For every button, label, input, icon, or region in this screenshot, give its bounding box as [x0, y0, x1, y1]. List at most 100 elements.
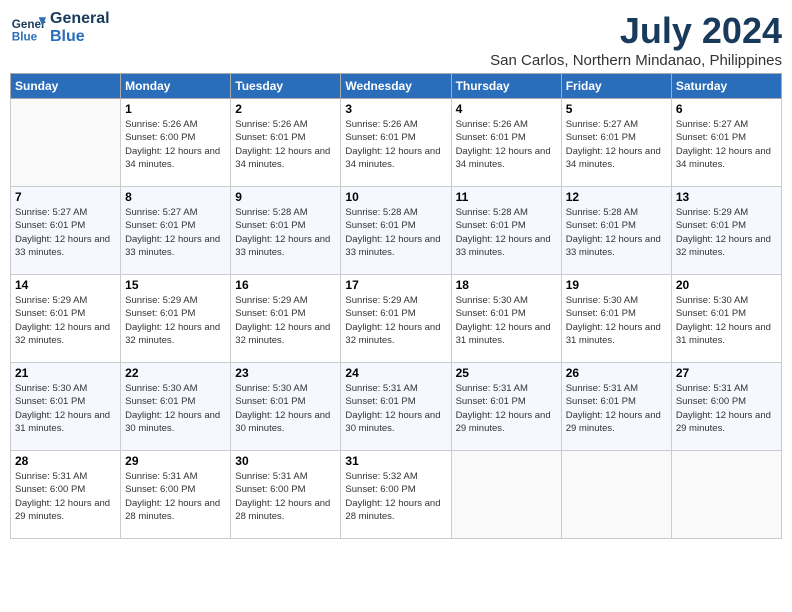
header-wednesday: Wednesday [341, 74, 451, 99]
day-cell: 24 Sunrise: 5:31 AMSunset: 6:01 PMDayligh… [341, 363, 451, 451]
day-info: Sunrise: 5:31 AMSunset: 6:01 PMDaylight:… [345, 382, 446, 435]
day-cell: 8 Sunrise: 5:27 AMSunset: 6:01 PMDaylight… [121, 187, 231, 275]
day-info: Sunrise: 5:30 AMSunset: 6:01 PMDaylight:… [15, 382, 116, 435]
day-info: Sunrise: 5:28 AMSunset: 6:01 PMDaylight:… [456, 206, 557, 259]
day-cell: 23 Sunrise: 5:30 AMSunset: 6:01 PMDayligh… [231, 363, 341, 451]
header-friday: Friday [561, 74, 671, 99]
week-row-5: 28 Sunrise: 5:31 AMSunset: 6:00 PMDayligh… [11, 451, 782, 539]
day-number: 15 [125, 278, 226, 292]
day-cell: 14Sunrise: 5:29 AMSunset: 6:01 PMDayligh… [11, 275, 121, 363]
day-cell: 3 Sunrise: 5:26 AMSunset: 6:01 PMDaylight… [341, 99, 451, 187]
day-number: 13 [676, 190, 777, 204]
day-number: 9 [235, 190, 336, 204]
day-number: 17 [345, 278, 446, 292]
day-cell [451, 451, 561, 539]
day-info: Sunrise: 5:28 AMSunset: 6:01 PMDaylight:… [235, 206, 336, 259]
day-info: Sunrise: 5:26 AMSunset: 6:01 PMDaylight:… [345, 118, 446, 171]
day-info: Sunrise: 5:31 AMSunset: 6:01 PMDaylight:… [456, 382, 557, 435]
day-cell: 1 Sunrise: 5:26 AMSunset: 6:00 PMDaylight… [121, 99, 231, 187]
month-title: July 2024 [490, 10, 782, 52]
day-info: Sunrise: 5:30 AMSunset: 6:01 PMDaylight:… [125, 382, 226, 435]
day-number: 22 [125, 366, 226, 380]
day-cell: 30Sunrise: 5:31 AMSunset: 6:00 PMDayligh… [231, 451, 341, 539]
day-info: Sunrise: 5:30 AMSunset: 6:01 PMDaylight:… [676, 294, 777, 347]
day-number: 2 [235, 102, 336, 116]
day-cell: 31Sunrise: 5:32 AMSunset: 6:00 PMDayligh… [341, 451, 451, 539]
day-info: Sunrise: 5:29 AMSunset: 6:01 PMDaylight:… [676, 206, 777, 259]
day-cell: 13 Sunrise: 5:29 AMSunset: 6:01 PMDayligh… [671, 187, 781, 275]
day-info: Sunrise: 5:30 AMSunset: 6:01 PMDaylight:… [456, 294, 557, 347]
day-number: 12 [566, 190, 667, 204]
day-number: 8 [125, 190, 226, 204]
header-sunday: Sunday [11, 74, 121, 99]
logo: General Blue General Blue [10, 10, 110, 46]
day-cell: 11 Sunrise: 5:28 AMSunset: 6:01 PMDayligh… [451, 187, 561, 275]
day-info: Sunrise: 5:27 AMSunset: 6:01 PMDaylight:… [566, 118, 667, 171]
day-cell: 9 Sunrise: 5:28 AMSunset: 6:01 PMDaylight… [231, 187, 341, 275]
day-number: 21 [15, 366, 116, 380]
day-cell: 27 Sunrise: 5:31 AMSunset: 6:00 PMDayligh… [671, 363, 781, 451]
day-number: 23 [235, 366, 336, 380]
day-cell: 21 Sunrise: 5:30 AMSunset: 6:01 PMDayligh… [11, 363, 121, 451]
day-number: 29 [125, 454, 226, 468]
day-info: Sunrise: 5:31 AMSunset: 6:00 PMDaylight:… [125, 470, 226, 523]
day-cell: 25 Sunrise: 5:31 AMSunset: 6:01 PMDayligh… [451, 363, 561, 451]
day-number: 10 [345, 190, 446, 204]
day-info: Sunrise: 5:26 AMSunset: 6:00 PMDaylight:… [125, 118, 226, 171]
day-info: Sunrise: 5:31 AMSunset: 6:00 PMDaylight:… [235, 470, 336, 523]
day-info: Sunrise: 5:26 AMSunset: 6:01 PMDaylight:… [235, 118, 336, 171]
day-info: Sunrise: 5:29 AMSunset: 6:01 PMDaylight:… [15, 294, 116, 347]
header-thursday: Thursday [451, 74, 561, 99]
day-cell: 22 Sunrise: 5:30 AMSunset: 6:01 PMDayligh… [121, 363, 231, 451]
day-number: 20 [676, 278, 777, 292]
day-number: 25 [456, 366, 557, 380]
logo-text-general: General [50, 10, 110, 28]
logo-icon: General Blue [10, 10, 46, 46]
title-area: July 2024 San Carlos, Northern Mindanao,… [490, 10, 782, 69]
day-number: 6 [676, 102, 777, 116]
day-cell: 18 Sunrise: 5:30 AMSunset: 6:01 PMDayligh… [451, 275, 561, 363]
calendar-header-row: SundayMondayTuesdayWednesdayThursdayFrid… [11, 74, 782, 99]
day-info: Sunrise: 5:31 AMSunset: 6:00 PMDaylight:… [15, 470, 116, 523]
week-row-1: 1 Sunrise: 5:26 AMSunset: 6:00 PMDaylight… [11, 99, 782, 187]
day-info: Sunrise: 5:30 AMSunset: 6:01 PMDaylight:… [235, 382, 336, 435]
day-cell: 6Sunrise: 5:27 AMSunset: 6:01 PMDaylight… [671, 99, 781, 187]
day-info: Sunrise: 5:29 AMSunset: 6:01 PMDaylight:… [345, 294, 446, 347]
day-cell: 29 Sunrise: 5:31 AMSunset: 6:00 PMDayligh… [121, 451, 231, 539]
day-cell: 10 Sunrise: 5:28 AMSunset: 6:01 PMDayligh… [341, 187, 451, 275]
svg-text:Blue: Blue [12, 31, 38, 44]
day-info: Sunrise: 5:31 AMSunset: 6:00 PMDaylight:… [676, 382, 777, 435]
day-number: 11 [456, 190, 557, 204]
day-cell: 4Sunrise: 5:26 AMSunset: 6:01 PMDaylight… [451, 99, 561, 187]
day-number: 19 [566, 278, 667, 292]
day-cell: 19 Sunrise: 5:30 AMSunset: 6:01 PMDayligh… [561, 275, 671, 363]
day-info: Sunrise: 5:29 AMSunset: 6:01 PMDaylight:… [235, 294, 336, 347]
calendar-body: 1 Sunrise: 5:26 AMSunset: 6:00 PMDaylight… [11, 99, 782, 539]
week-row-2: 7Sunrise: 5:27 AMSunset: 6:01 PMDaylight… [11, 187, 782, 275]
page-header: General Blue General Blue July 2024 San … [10, 10, 782, 69]
day-cell [11, 99, 121, 187]
day-cell: 15Sunrise: 5:29 AMSunset: 6:01 PMDayligh… [121, 275, 231, 363]
day-cell: 2 Sunrise: 5:26 AMSunset: 6:01 PMDaylight… [231, 99, 341, 187]
day-number: 16 [235, 278, 336, 292]
day-number: 31 [345, 454, 446, 468]
day-info: Sunrise: 5:30 AMSunset: 6:01 PMDaylight:… [566, 294, 667, 347]
day-info: Sunrise: 5:27 AMSunset: 6:01 PMDaylight:… [125, 206, 226, 259]
day-info: Sunrise: 5:28 AMSunset: 6:01 PMDaylight:… [345, 206, 446, 259]
day-cell [561, 451, 671, 539]
day-number: 1 [125, 102, 226, 116]
day-cell: 5Sunrise: 5:27 AMSunset: 6:01 PMDaylight… [561, 99, 671, 187]
location-title: San Carlos, Northern Mindanao, Philippin… [490, 52, 782, 69]
header-monday: Monday [121, 74, 231, 99]
day-number: 4 [456, 102, 557, 116]
day-cell: 28 Sunrise: 5:31 AMSunset: 6:00 PMDayligh… [11, 451, 121, 539]
day-number: 3 [345, 102, 446, 116]
day-number: 28 [15, 454, 116, 468]
day-number: 18 [456, 278, 557, 292]
day-cell: 26Sunrise: 5:31 AMSunset: 6:01 PMDayligh… [561, 363, 671, 451]
day-number: 24 [345, 366, 446, 380]
day-info: Sunrise: 5:27 AMSunset: 6:01 PMDaylight:… [15, 206, 116, 259]
day-cell: 12Sunrise: 5:28 AMSunset: 6:01 PMDayligh… [561, 187, 671, 275]
day-number: 27 [676, 366, 777, 380]
week-row-4: 21 Sunrise: 5:30 AMSunset: 6:01 PMDayligh… [11, 363, 782, 451]
